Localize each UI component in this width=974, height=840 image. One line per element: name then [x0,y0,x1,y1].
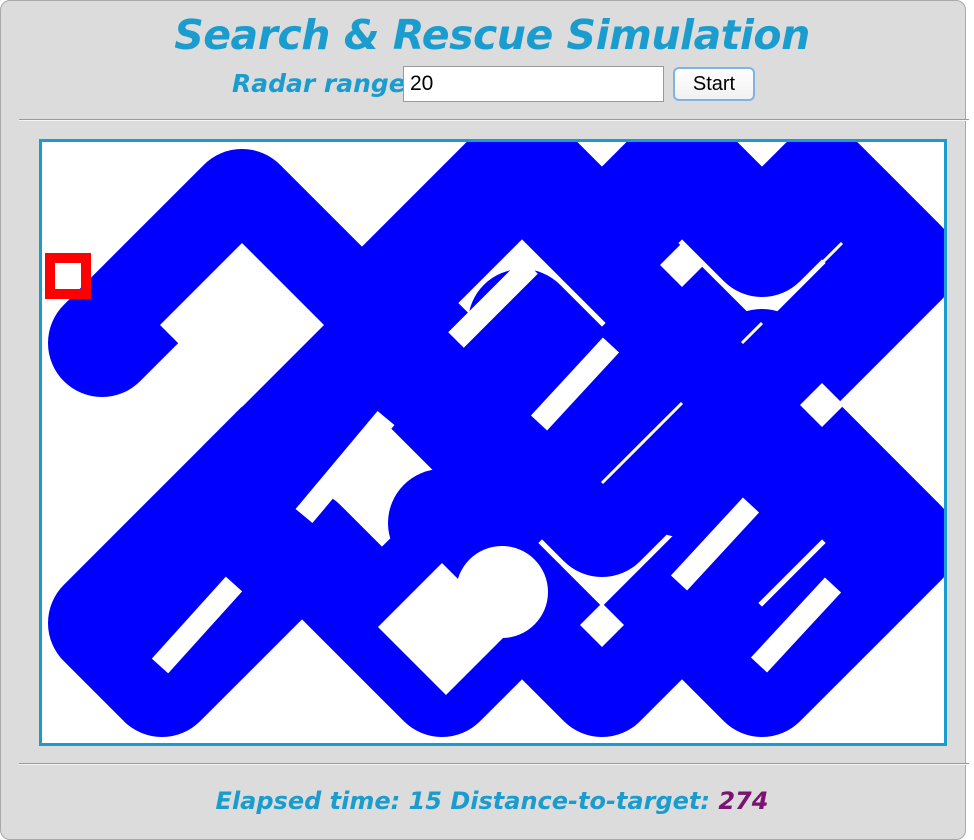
distance-label: Distance-to-target: [450,787,710,815]
simulation-canvas[interactable] [39,139,947,746]
app-panel: Search & Rescue Simulation Radar range S… [0,0,969,840]
status-bar: Elapsed time: 15 Distance-to-target: 274 [1,783,974,819]
distance-value: 274 [718,787,769,815]
page-title: Search & Rescue Simulation [174,11,810,59]
top-divider [19,119,969,121]
radar-range-input[interactable] [403,66,664,102]
bottom-divider [19,763,969,765]
start-button[interactable]: Start [673,67,755,101]
elapsed-time-value: 15 [408,787,442,815]
simulation-map [45,142,944,743]
radar-range-label: Radar range [232,69,406,98]
elapsed-time-label: Elapsed time: [215,787,401,815]
